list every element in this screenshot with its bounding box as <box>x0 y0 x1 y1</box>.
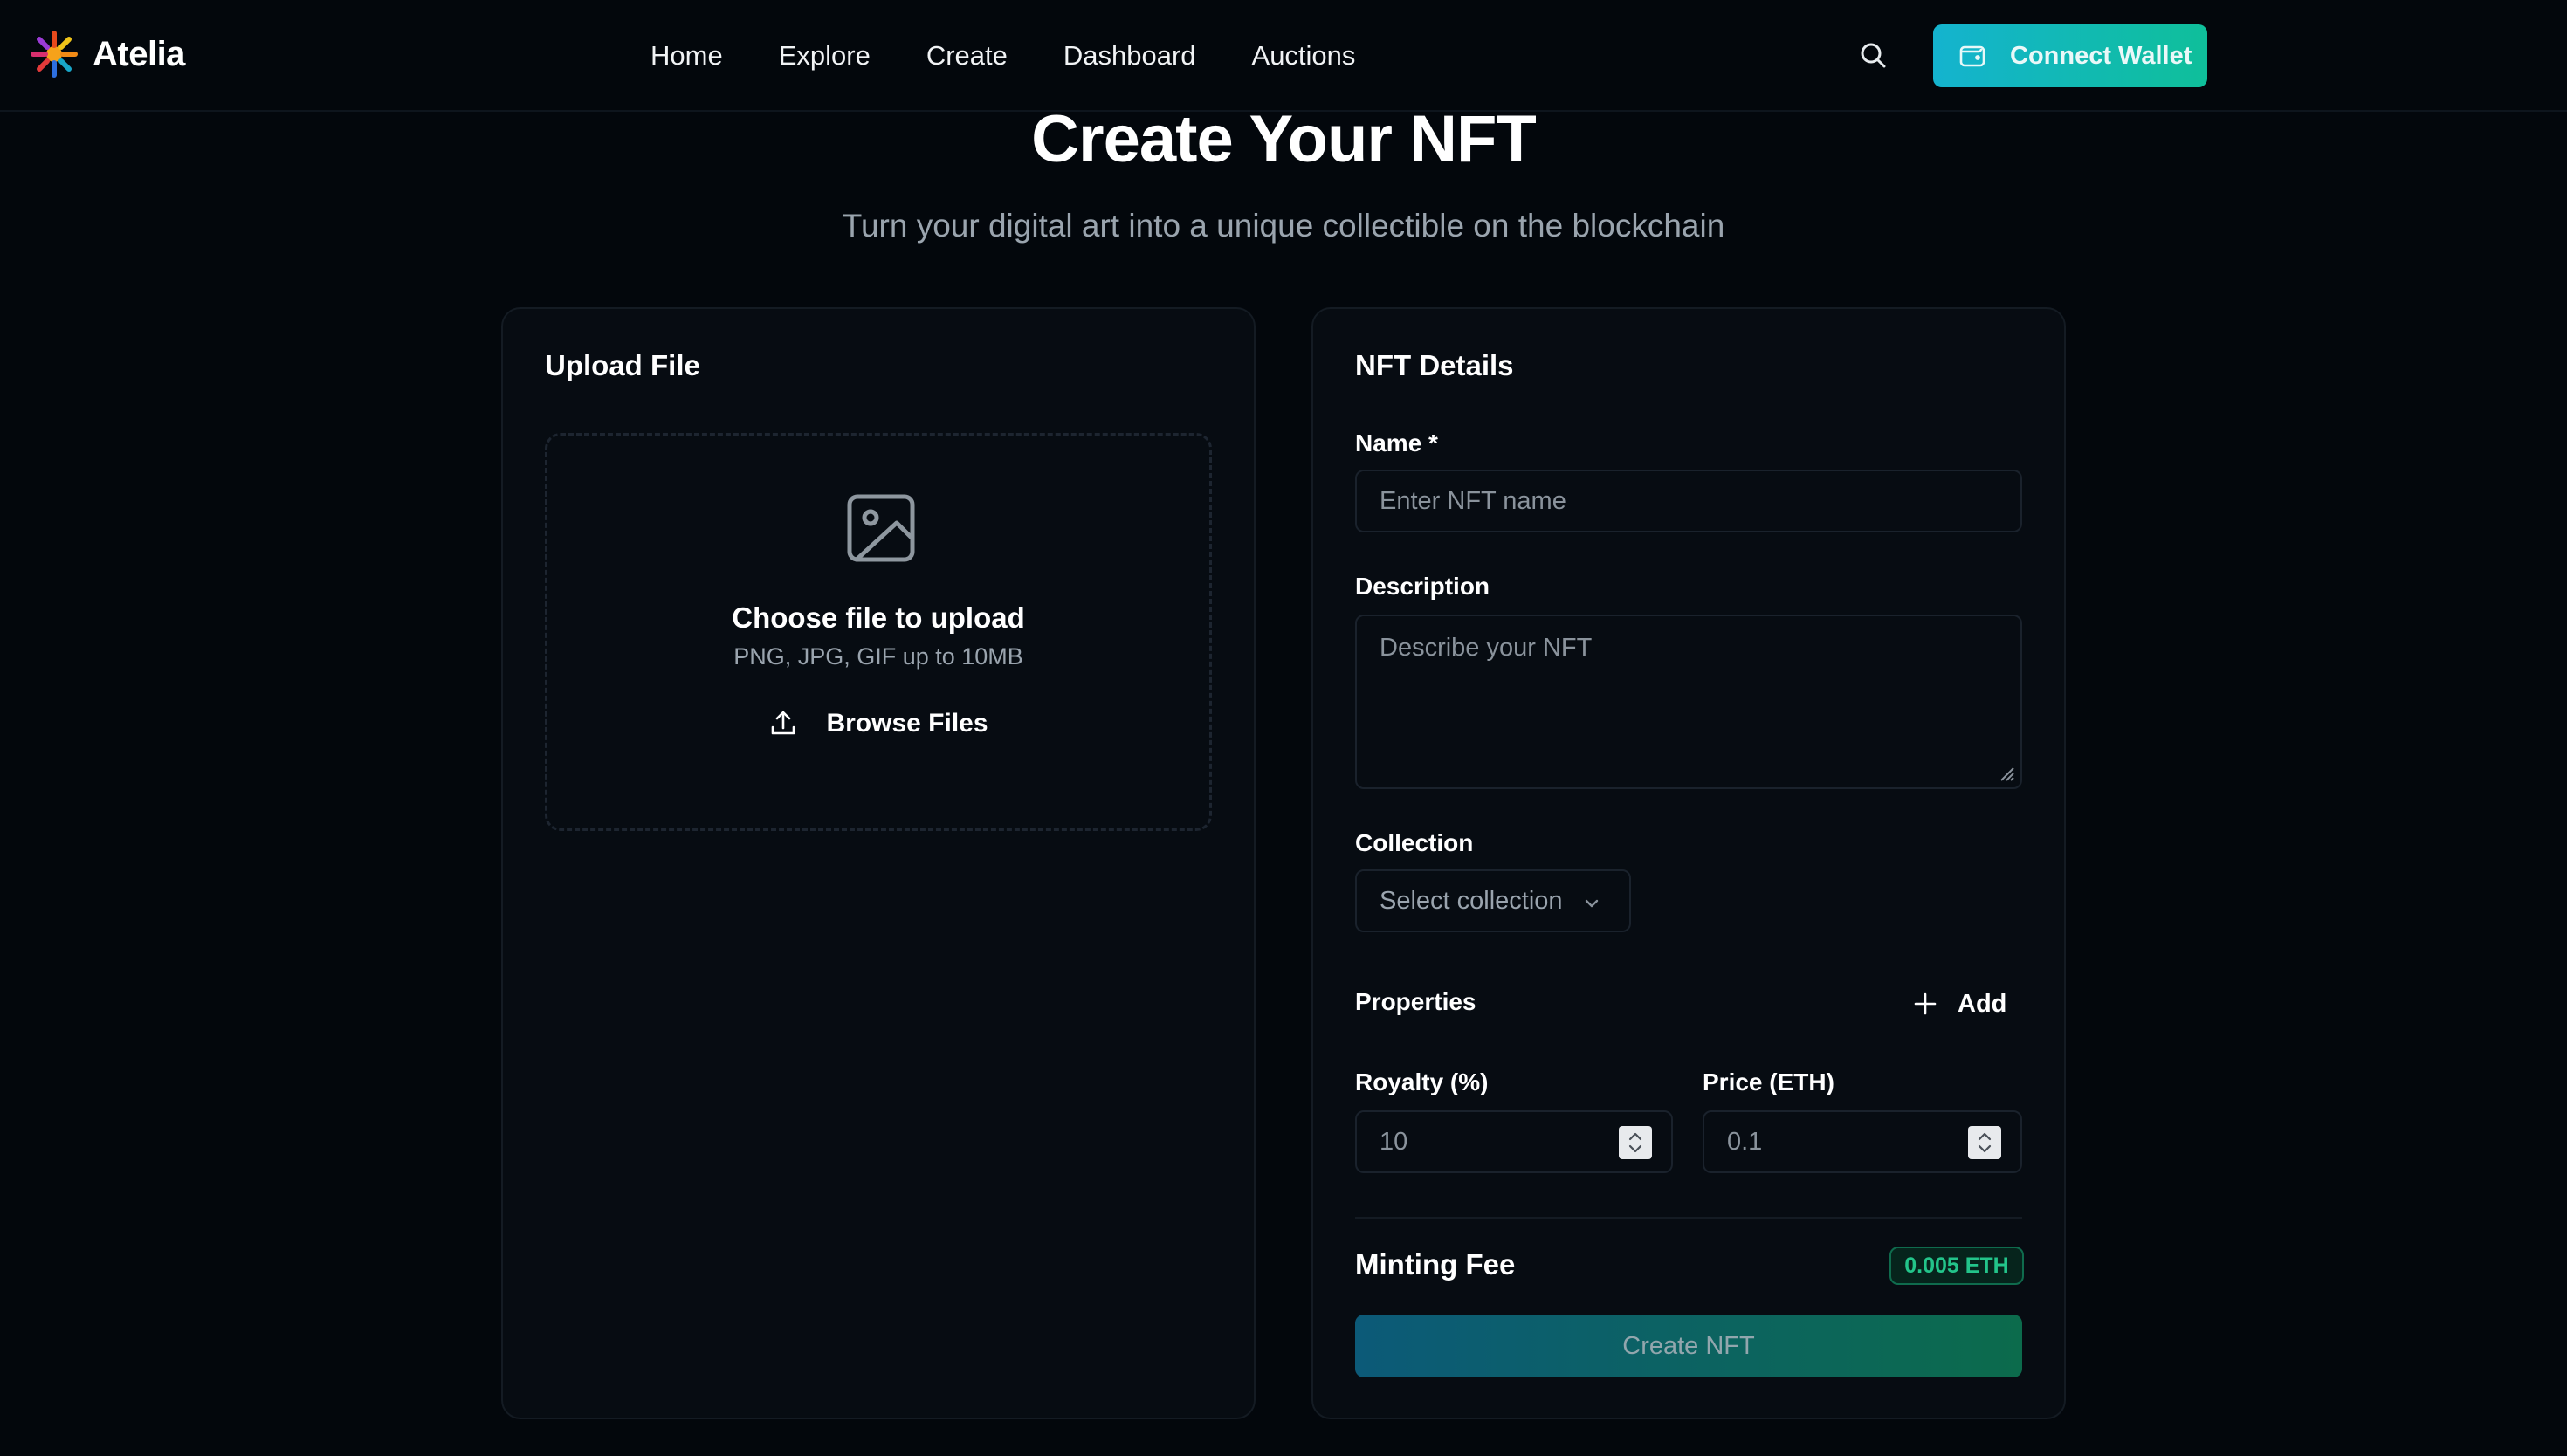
royalty-value: 10 <box>1380 1128 1408 1156</box>
page-subtitle: Turn your digital art into a unique coll… <box>842 208 1725 244</box>
resize-handle-icon[interactable] <box>1996 763 2015 782</box>
connect-wallet-button[interactable]: Connect Wallet <box>1933 24 2207 87</box>
add-property-label: Add <box>1958 989 2007 1018</box>
description-textarea[interactable]: Describe your NFT <box>1355 615 2022 789</box>
create-nft-button[interactable]: Create NFT <box>1355 1315 2022 1377</box>
minting-fee-label: Minting Fee <box>1355 1248 1516 1281</box>
browse-files-label: Browse Files <box>826 709 988 738</box>
search-icon[interactable] <box>1856 38 1891 73</box>
properties-label: Properties <box>1355 988 1476 1015</box>
upload-hint: PNG, JPG, GIF up to 10MB <box>733 643 1023 670</box>
divider <box>1355 1217 2022 1219</box>
plus-icon <box>1914 992 1937 1015</box>
main-nav: Home Explore Create Dashboard Auctions <box>650 35 1411 77</box>
brand-logo-icon <box>31 31 78 78</box>
upload-icon <box>772 711 795 735</box>
upload-prompt: Choose file to upload <box>732 601 1025 634</box>
royalty-stepper[interactable] <box>1619 1126 1652 1159</box>
price-stepper[interactable] <box>1968 1126 2001 1159</box>
royalty-label: Royalty (%) <box>1355 1068 1489 1095</box>
connect-wallet-label: Connect Wallet <box>2010 41 2192 70</box>
price-value: 0.1 <box>1727 1128 1763 1156</box>
create-nft-page: Atelia Home Explore Create Dashboard Auc… <box>0 0 2567 1456</box>
collection-selected-value: Select collection <box>1380 887 1563 915</box>
name-input[interactable]: Enter NFT name <box>1355 470 2022 532</box>
nft-details-title: NFT Details <box>1355 349 1514 381</box>
description-placeholder: Describe your NFT <box>1380 634 1593 662</box>
nav-link-dashboard[interactable]: Dashboard <box>1063 35 1196 77</box>
price-input[interactable]: 0.1 <box>1703 1110 2022 1173</box>
nav-link-explore[interactable]: Explore <box>779 35 871 77</box>
collection-select[interactable]: Select collection <box>1355 869 1631 932</box>
nav-link-home[interactable]: Home <box>650 35 723 77</box>
brand-name: Atelia <box>93 34 185 73</box>
collection-label: Collection <box>1355 829 1474 856</box>
nft-details-card: NFT Details Name * Enter NFT name Descri… <box>1311 307 2066 1419</box>
add-property-button[interactable]: Add <box>1912 985 2006 1023</box>
brand[interactable]: Atelia <box>30 30 185 79</box>
browse-files-button[interactable]: Browse Files <box>547 703 1209 745</box>
wallet-icon <box>1959 45 1985 67</box>
top-navigation-bar: Atelia Home Explore Create Dashboard Auc… <box>0 0 2567 112</box>
nav-link-create[interactable]: Create <box>926 35 1008 77</box>
stepper-arrows-icon <box>1628 1132 1642 1153</box>
price-label: Price (ETH) <box>1703 1068 1834 1095</box>
nav-link-auctions[interactable]: Auctions <box>1252 35 1356 77</box>
stepper-arrows-icon <box>1978 1132 1992 1153</box>
description-label: Description <box>1355 573 1490 600</box>
minting-fee-badge: 0.005 ETH <box>1889 1247 2024 1285</box>
upload-dropzone[interactable]: Choose file to upload PNG, JPG, GIF up t… <box>545 433 1212 831</box>
upload-card-title: Upload File <box>545 349 700 381</box>
upload-card: Upload File Choose file to upload PNG, J… <box>501 307 1256 1419</box>
chevron-down-icon <box>1585 899 1599 908</box>
name-placeholder: Enter NFT name <box>1380 487 1566 515</box>
royalty-input[interactable]: 10 <box>1355 1110 1673 1173</box>
image-icon <box>847 494 915 562</box>
page-title: Create Your NFT <box>1031 102 1537 176</box>
name-label: Name * <box>1355 429 1438 457</box>
